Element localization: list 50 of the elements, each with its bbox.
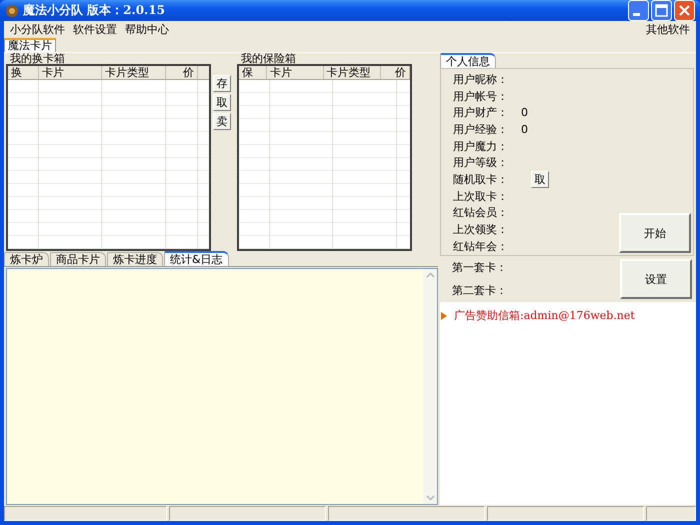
field-label: 上次领奖： — [453, 222, 509, 238]
menu-item[interactable]: 软件设置 — [69, 22, 121, 36]
field-label: 用户昵称： — [453, 72, 509, 87]
side-button[interactable]: 取 — [213, 94, 231, 111]
column-header[interactable]: 换 — [8, 66, 39, 79]
field-label: 用户魔力： — [453, 138, 509, 154]
column-header[interactable]: 卡片类型 — [102, 66, 166, 79]
bullet-icon — [441, 312, 447, 320]
maximize-button[interactable] — [651, 0, 672, 21]
settings-button[interactable]: 设置 — [620, 259, 692, 299]
field-label: 红钻年会： — [453, 238, 509, 254]
scrollbar[interactable] — [423, 269, 437, 504]
field-label: 第一套卡： — [452, 260, 508, 275]
tab[interactable]: 炼卡进度 — [107, 252, 163, 266]
start-button[interactable]: 开始 — [619, 213, 691, 253]
tab[interactable]: 商品卡片 — [50, 252, 106, 266]
column-header[interactable]: 卡片 — [39, 66, 102, 79]
group-title: 我的换卡箱 — [9, 53, 66, 64]
field-value: 0 — [521, 122, 528, 136]
menu-item[interactable]: 帮助中心 — [121, 22, 173, 36]
column-header[interactable]: 保 — [239, 66, 268, 79]
tab[interactable]: 炼卡炉 — [4, 252, 49, 266]
ad-link[interactable]: 广告赞助信箱:admin@176web.net — [454, 308, 635, 323]
column-header[interactable]: 价 — [166, 66, 198, 79]
log-area[interactable] — [6, 268, 438, 505]
tab[interactable]: 统计&日志 — [164, 251, 229, 266]
column-header[interactable]: 价 — [380, 66, 410, 79]
field-label: 用户财产： — [453, 105, 509, 120]
field-label: 用户等级： — [453, 155, 509, 170]
app-icon — [5, 4, 19, 18]
column-header[interactable]: 卡片 — [267, 66, 324, 79]
pick-button[interactable]: 取 — [531, 170, 549, 188]
minimize-button[interactable] — [628, 0, 649, 21]
side-button[interactable]: 卖 — [213, 113, 231, 130]
window-title: 魔法小分队 版本：2.0.15 — [23, 2, 165, 19]
tab[interactable]: 魔法卡片 — [4, 38, 56, 52]
side-button[interactable]: 存 — [213, 75, 231, 92]
group-title: 我的保险箱 — [240, 53, 297, 64]
column-header[interactable]: 卡片类型 — [324, 66, 381, 79]
tab[interactable]: 个人信息 — [440, 53, 496, 68]
field-label: 随机取卡： — [453, 172, 509, 187]
field-label: 红钻会员： — [453, 205, 509, 220]
menu-item[interactable]: 小分队软件 — [6, 22, 69, 36]
field-label: 用户经验： — [453, 122, 509, 137]
field-label: 第二套卡： — [452, 283, 508, 298]
menu-item[interactable]: 其他软件 — [642, 22, 694, 36]
field-value: 0 — [521, 106, 528, 120]
close-button[interactable] — [674, 0, 695, 21]
field-label: 用户帐号： — [453, 88, 509, 104]
field-label: 上次取卡： — [453, 188, 509, 204]
